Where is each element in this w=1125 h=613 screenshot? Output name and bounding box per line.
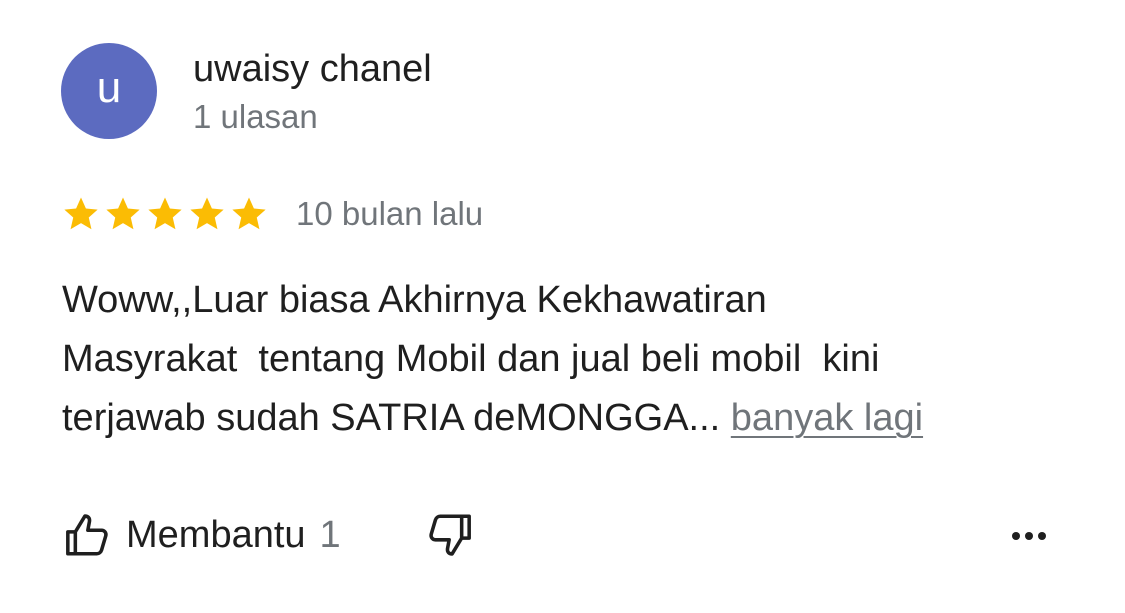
review-time-ago: 10 bulan lalu xyxy=(296,195,484,232)
more-horizontal-icon-dot xyxy=(1038,532,1046,540)
avatar[interactable]: u xyxy=(61,43,157,139)
reviewer-name[interactable]: uwaisy chanel xyxy=(193,48,432,91)
more-horizontal-icon-dot xyxy=(1012,532,1020,540)
star-icon xyxy=(232,197,266,230)
review-text-line-content: terjawab sudah SATRIA deMONGGA... xyxy=(62,397,731,439)
star-icon xyxy=(190,197,224,230)
helpful-label: Membantu xyxy=(126,513,306,556)
not-helpful-button[interactable] xyxy=(425,510,475,560)
thumb-down-outline-icon xyxy=(428,514,471,556)
read-more-link[interactable]: banyak lagi xyxy=(731,397,923,439)
thumb-up-outline-icon xyxy=(66,514,108,556)
review-actions: Membantu 1 xyxy=(62,505,475,565)
star-icon xyxy=(106,197,140,230)
star-icon xyxy=(64,197,98,230)
review-text-line: terjawab sudah SATRIA deMONGGA... banyak… xyxy=(62,389,1062,448)
star-rating xyxy=(62,195,268,233)
more-options-button[interactable] xyxy=(1007,518,1051,554)
review-text-line: Woww,,Luar biasa Akhirnya Kekhawatiran xyxy=(62,279,767,321)
review-text: Woww,,Luar biasa Akhirnya Kekhawatiran M… xyxy=(62,271,1062,448)
more-horizontal-icon-dot xyxy=(1025,532,1033,540)
helpful-count: 1 xyxy=(319,513,341,556)
reviewer-review-count: 1 ulasan xyxy=(193,98,318,135)
avatar-initial: u xyxy=(96,63,122,112)
helpful-button[interactable]: Membantu 1 xyxy=(62,510,341,560)
review-text-line: Masyrakat tentang Mobil dan jual beli mo… xyxy=(62,338,880,380)
star-icon xyxy=(148,197,182,230)
rating-row: 10 bulan lalu xyxy=(62,192,483,236)
